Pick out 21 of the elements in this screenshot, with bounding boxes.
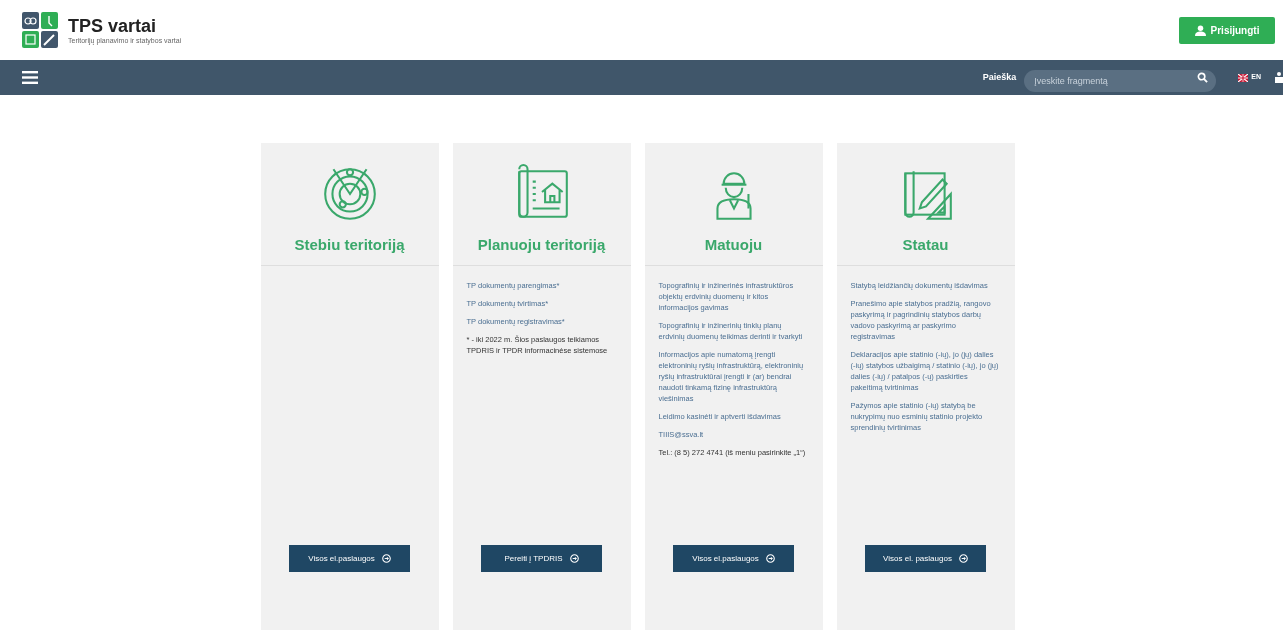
services-button[interactable]: Visos el. paslaugos	[865, 545, 986, 572]
card-title[interactable]: Stebiu teritoriją	[294, 234, 405, 265]
arrow-circle-icon	[381, 554, 391, 563]
user-icon	[1194, 24, 1206, 36]
search-icon[interactable]	[1197, 72, 1209, 83]
flag-icon[interactable]	[1238, 73, 1249, 82]
arrow-circle-icon	[765, 554, 775, 563]
login-button[interactable]: Prisijungti	[1179, 16, 1275, 44]
logo-icon	[22, 12, 58, 48]
menu-icon[interactable]	[22, 71, 38, 84]
card-title[interactable]: Planuoju teritoriją	[477, 234, 606, 265]
site-title[interactable]: TPS vartai	[68, 15, 182, 36]
search-label: Paieška	[982, 70, 1017, 84]
arrow-circle-icon	[958, 554, 968, 563]
card-title[interactable]: Statau	[902, 234, 949, 265]
search-field[interactable]: Įveskite fragmentą	[1024, 69, 1217, 92]
services-button[interactable]: Pereiti į TPDRIS	[481, 545, 602, 572]
services-button[interactable]: Visos el.paslaugos	[289, 545, 410, 572]
card-title[interactable]: Matuoju	[704, 234, 763, 265]
services-button[interactable]: Visos el.paslaugos	[673, 545, 794, 572]
arrow-circle-icon	[569, 554, 579, 563]
